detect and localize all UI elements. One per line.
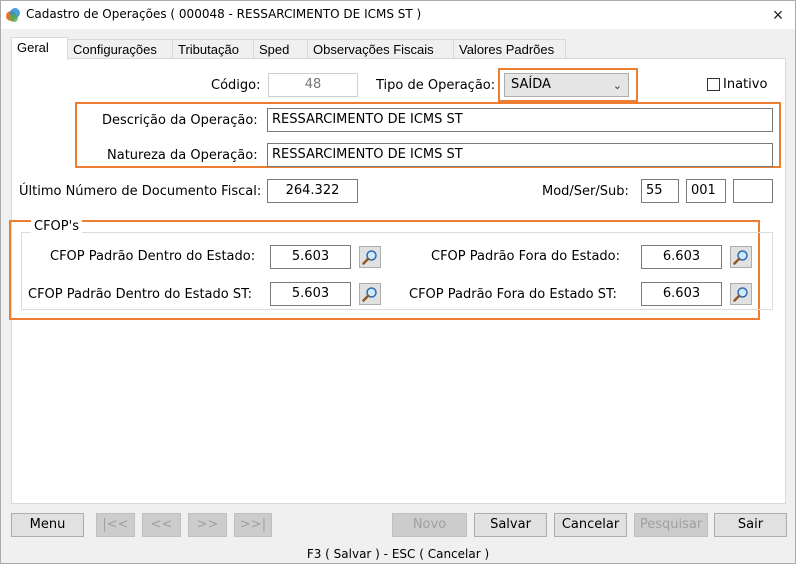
cfop-fora-estado-field[interactable]: 6.603 (641, 245, 722, 269)
natureza-label: Natureza da Operação: (107, 148, 258, 163)
inativo-checkbox[interactable] (707, 78, 720, 91)
tab-observacoes-fiscais[interactable]: Observações Fiscais (307, 39, 454, 59)
sair-button[interactable]: Sair (714, 513, 787, 537)
prev-record-button[interactable]: << (142, 513, 181, 537)
menu-button[interactable]: Menu (11, 513, 84, 537)
salvar-button[interactable]: Salvar (474, 513, 547, 537)
cfop-dentro-estado-st-label: CFOP Padrão Dentro do Estado ST: (28, 287, 252, 302)
tab-sped[interactable]: Sped (253, 39, 308, 59)
tab-valores-padroes[interactable]: Valores Padrões (453, 39, 566, 59)
codigo-label: Código: (211, 78, 261, 93)
tipo-operacao-value: SAÍDA (511, 77, 551, 92)
title-bar: Cadastro de Operações ( 000048 - RESSARC… (1, 1, 795, 29)
app-logo-icon (6, 8, 20, 22)
cfop-fora-estado-st-field[interactable]: 6.603 (641, 282, 722, 306)
cfop-group-title: CFOP's (31, 219, 82, 234)
cfop-fora-estado-label: CFOP Padrão Fora do Estado: (431, 249, 621, 264)
cfop-fora-estado-st-search-button[interactable] (730, 283, 752, 305)
natureza-field[interactable]: RESSARCIMENTO DE ICMS ST (267, 143, 773, 167)
tipo-operacao-select[interactable]: SAÍDA ⌄ (504, 73, 629, 97)
last-record-button[interactable]: >>| (234, 513, 272, 537)
window-title: Cadastro de Operações ( 000048 - RESSARC… (26, 7, 422, 21)
tab-tributacao[interactable]: Tributação (172, 39, 254, 59)
magnifier-icon (362, 287, 377, 302)
cancelar-button[interactable]: Cancelar (554, 513, 627, 537)
magnifier-icon (733, 250, 748, 265)
magnifier-icon (362, 250, 377, 265)
sub-field[interactable] (733, 179, 773, 203)
pesquisar-button[interactable]: Pesquisar (634, 513, 708, 537)
cfop-dentro-estado-search-button[interactable] (359, 246, 381, 268)
novo-button[interactable]: Novo (392, 513, 467, 537)
cfop-dentro-estado-st-search-button[interactable] (359, 283, 381, 305)
tab-geral[interactable]: Geral (11, 37, 68, 60)
codigo-field[interactable]: 48 (268, 73, 358, 97)
next-record-button[interactable]: >> (188, 513, 227, 537)
close-icon[interactable]: × (761, 1, 795, 29)
tipo-operacao-label: Tipo de Operação: (376, 78, 496, 93)
tab-configuracoes[interactable]: Configurações (67, 39, 173, 59)
cfop-fora-estado-search-button[interactable] (730, 246, 752, 268)
cfop-dentro-estado-field[interactable]: 5.603 (270, 245, 351, 269)
mod-ser-sub-label: Mod/Ser/Sub: (542, 184, 629, 199)
status-bar: F3 ( Salvar ) - ESC ( Cancelar ) (306, 547, 490, 561)
ser-field[interactable]: 001 (686, 179, 726, 203)
cfop-dentro-estado-st-field[interactable]: 5.603 (270, 282, 351, 306)
descricao-label: Descrição da Operação: (102, 113, 258, 128)
cfop-dentro-estado-label: CFOP Padrão Dentro do Estado: (50, 249, 256, 264)
inativo-label: Inativo (723, 77, 768, 92)
window: Cadastro de Operações ( 000048 - RESSARC… (0, 0, 796, 564)
cfop-fora-estado-st-label: CFOP Padrão Fora do Estado ST: (409, 287, 617, 302)
mod-field[interactable]: 55 (641, 179, 679, 203)
ultimo-numero-field[interactable]: 264.322 (267, 179, 358, 203)
descricao-field[interactable]: RESSARCIMENTO DE ICMS ST (267, 108, 773, 132)
chevron-down-icon: ⌄ (612, 79, 622, 92)
first-record-button[interactable]: |<< (96, 513, 135, 537)
ultimo-numero-label: Último Número de Documento Fiscal: (19, 184, 262, 199)
magnifier-icon (733, 287, 748, 302)
